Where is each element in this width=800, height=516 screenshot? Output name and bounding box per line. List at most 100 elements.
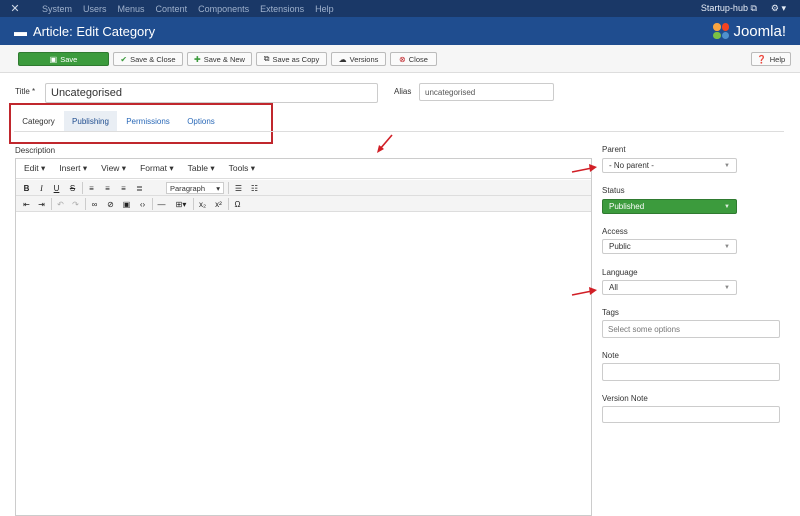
folder-icon: ▬ — [14, 23, 27, 39]
horizontal-rule-icon[interactable]: — — [155, 198, 168, 210]
table-icon[interactable]: ⊞▾ — [171, 198, 191, 210]
align-right-icon[interactable]: ≡ — [117, 182, 130, 194]
access-value: Public — [609, 242, 631, 251]
editor-menubar: Edit ▾ Insert ▾ View ▾ Format ▾ Table ▾ … — [16, 159, 591, 179]
menu-components[interactable]: Components — [198, 4, 249, 14]
save-copy-button[interactable]: ⧉ Save as Copy — [256, 52, 327, 66]
subscript-icon[interactable]: x₂ — [196, 198, 209, 210]
top-menu: System Users Menus Content Components Ex… — [42, 4, 334, 14]
alias-label: Alias — [394, 87, 412, 96]
save-close-button[interactable]: ✔ Save & Close — [113, 52, 183, 66]
save-label: Save — [60, 54, 78, 64]
outdent-icon[interactable]: ⇤ — [20, 198, 33, 210]
tab-category[interactable]: Category — [15, 111, 62, 131]
annotation-arrow-parent — [571, 164, 597, 173]
editor-menu-edit[interactable]: Edit ▾ — [24, 163, 45, 174]
menu-system[interactable]: System — [42, 4, 72, 14]
site-link[interactable]: Startup-hub ⧉ — [701, 3, 757, 14]
annotation-arrow-tabs — [377, 134, 393, 153]
chevron-down-icon: ▼ — [724, 162, 730, 169]
unlink-icon[interactable]: ⊘ — [104, 198, 117, 210]
title-bar: ▬ Article: Edit Category Joomla! — [0, 17, 800, 45]
bullet-list-icon[interactable]: ☰ — [232, 182, 245, 194]
bold-icon[interactable]: B — [20, 182, 33, 194]
versions-icon: ☁ — [338, 54, 347, 64]
joomla-menu-icon[interactable]: ✕ — [0, 2, 30, 15]
code-icon[interactable]: ‹› — [136, 198, 149, 210]
description-editor: Edit ▾ Insert ▾ View ▾ Format ▾ Table ▾ … — [15, 158, 592, 516]
editor-toolbar-row-2: ⇤ ⇥ ↶ ↷ ∞ ⊘ ▣ ‹› — ⊞▾ x₂ x² Ω — [16, 196, 591, 212]
tab-options[interactable]: Options — [180, 111, 222, 131]
save-new-button[interactable]: ✚ Save & New — [187, 52, 252, 66]
editor-menu-tools[interactable]: Tools ▾ — [229, 163, 255, 174]
indent-icon[interactable]: ⇥ — [35, 198, 48, 210]
help-button[interactable]: ❓ Help — [751, 52, 791, 66]
toolbar-separator — [152, 198, 153, 210]
editor-menu-view[interactable]: View ▾ — [101, 163, 126, 174]
status-value: Published — [609, 202, 645, 211]
brand-name: Joomla! — [733, 22, 786, 40]
chevron-down-icon: ▾ — [216, 183, 220, 193]
close-button[interactable]: ⊗ Close — [390, 52, 437, 66]
strikethrough-icon[interactable]: S — [66, 182, 79, 194]
page-title: Article: Edit Category — [33, 23, 156, 39]
copy-icon: ⧉ — [263, 54, 270, 63]
toolbar-separator — [193, 198, 194, 210]
language-select[interactable]: All ▼ — [602, 280, 737, 295]
close-label: Close — [408, 54, 428, 64]
save-copy-label: Save as Copy — [272, 54, 320, 64]
version-note-label: Version Note — [602, 394, 648, 403]
menu-content[interactable]: Content — [156, 4, 188, 14]
check-icon: ✔ — [120, 54, 128, 64]
menu-users[interactable]: Users — [83, 4, 107, 14]
special-character-icon[interactable]: Ω — [231, 198, 244, 210]
versions-button[interactable]: ☁ Versions — [331, 52, 386, 66]
note-input[interactable] — [602, 363, 780, 381]
redo-icon[interactable]: ↷ — [69, 198, 82, 210]
language-value: All — [609, 283, 618, 292]
undo-icon[interactable]: ↶ — [54, 198, 67, 210]
toolbar-separator — [228, 198, 229, 210]
gear-icon[interactable]: ⚙ ▾ — [771, 3, 786, 14]
parent-value: - No parent - — [609, 161, 654, 170]
paragraph-select[interactable]: Paragraph ▾ — [166, 182, 224, 194]
menu-help[interactable]: Help — [315, 4, 334, 14]
numbered-list-icon[interactable]: ☷ — [248, 182, 261, 194]
plus-icon: ✚ — [194, 54, 201, 64]
align-center-icon[interactable]: ≡ — [101, 182, 114, 194]
save-new-label: Save & New — [203, 54, 245, 64]
parent-select[interactable]: - No parent - ▼ — [602, 158, 737, 173]
top-navbar: ✕ System Users Menus Content Components … — [0, 0, 800, 17]
underline-icon[interactable]: U — [50, 182, 63, 194]
align-justify-icon[interactable]: ≣ — [133, 182, 146, 194]
status-select[interactable]: Published ▼ — [602, 199, 737, 214]
tab-permissions[interactable]: Permissions — [119, 111, 177, 131]
title-label: Title * — [15, 87, 36, 96]
chevron-down-icon: ▼ — [724, 203, 730, 210]
editor-menu-insert[interactable]: Insert ▾ — [59, 163, 87, 174]
title-input[interactable]: Uncategorised — [45, 83, 378, 103]
editor-menu-format[interactable]: Format ▾ — [140, 163, 174, 174]
alias-input[interactable]: uncategorised — [419, 83, 554, 101]
italic-icon[interactable]: I — [35, 182, 48, 194]
access-select[interactable]: Public ▼ — [602, 239, 737, 254]
version-note-input[interactable] — [602, 406, 780, 423]
tab-publishing[interactable]: Publishing — [64, 111, 117, 131]
tab-divider — [14, 131, 784, 132]
versions-label: Versions — [349, 54, 379, 64]
menu-extensions[interactable]: Extensions — [260, 4, 304, 14]
paragraph-value: Paragraph — [170, 183, 206, 193]
save-icon: ▣ — [49, 54, 58, 64]
language-label: Language — [602, 268, 638, 277]
link-icon[interactable]: ∞ — [88, 198, 101, 210]
save-button[interactable]: ▣ Save — [18, 52, 109, 66]
superscript-icon[interactable]: x² — [212, 198, 225, 210]
editor-menu-table[interactable]: Table ▾ — [188, 163, 215, 174]
menu-menus[interactable]: Menus — [118, 4, 145, 14]
image-icon[interactable]: ▣ — [120, 198, 133, 210]
status-label: Status — [602, 186, 625, 195]
tags-input[interactable]: Select some options — [602, 320, 780, 338]
align-left-icon[interactable]: ≡ — [85, 182, 98, 194]
annotation-arrow-language — [571, 287, 597, 296]
tags-label: Tags — [602, 308, 619, 317]
